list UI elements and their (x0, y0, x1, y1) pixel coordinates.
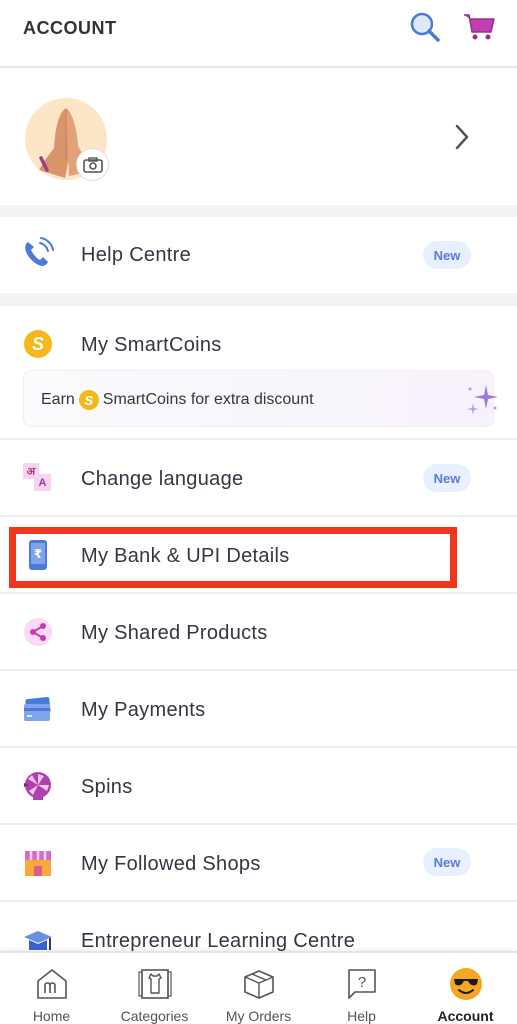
camera-button[interactable] (76, 148, 109, 181)
help-icon: ? (347, 969, 376, 999)
nav-home[interactable]: Home (0, 953, 103, 1024)
menu-label: My Followed Shops (81, 853, 261, 875)
nav-label: Home (32, 1008, 71, 1024)
latin-glyph: A (34, 474, 51, 491)
app-header: ACCOUNT (0, 0, 517, 68)
camera-icon (82, 156, 103, 173)
menu-label: My Shared Products (81, 622, 268, 644)
nav-account[interactable]: Account (414, 953, 517, 1024)
menu-item-payments[interactable]: My Payments (0, 671, 517, 748)
new-badge: New (423, 848, 471, 876)
rupee-glyph: ₹ (31, 543, 45, 564)
menu-label: My SmartCoins (81, 334, 222, 356)
promo-prefix: Earn (41, 391, 75, 408)
menu-label: Spins (81, 776, 133, 798)
nav-label: Help (347, 1008, 376, 1024)
nav-label: Categories (120, 1008, 189, 1024)
menu-item-help-centre[interactable]: Help Centre New (0, 217, 517, 293)
phone-call-icon (22, 237, 54, 269)
orders-box-icon (243, 970, 274, 999)
payment-cards-icon (22, 693, 54, 725)
account-avatar-icon (449, 968, 482, 1000)
promo-suffix: SmartCoins for extra discount (102, 391, 314, 408)
language-icon: अ A (22, 462, 54, 494)
share-icon (22, 616, 54, 648)
smartcoin-icon: S (22, 328, 54, 360)
menu-label: Entrepreneur Learning Centre (81, 930, 356, 952)
section-divider (0, 293, 517, 306)
svg-text:?: ? (357, 974, 365, 991)
menu-label: Help Centre (81, 244, 192, 266)
menu-label: My Payments (81, 699, 206, 721)
smartcoin-icon: S (78, 390, 99, 410)
section-divider (0, 205, 517, 217)
page-title: ACCOUNT (23, 18, 117, 38)
bottom-navigation: Home Categories My Orders ? Help Account (0, 951, 517, 1024)
menu-item-followed-shops[interactable]: My Followed Shops New (0, 825, 517, 902)
nav-label: Account (437, 1008, 494, 1024)
promo-text: Earn S SmartCoins for extra discount (41, 390, 314, 410)
spin-wheel-icon (22, 770, 54, 802)
cart-icon[interactable] (463, 12, 495, 42)
nav-categories[interactable]: Categories (103, 953, 206, 1024)
new-badge: New (423, 464, 471, 492)
menu-item-spins[interactable]: Spins (0, 748, 517, 825)
profile-section[interactable] (0, 70, 517, 205)
nav-my-orders[interactable]: My Orders (207, 953, 310, 1024)
search-icon[interactable] (408, 10, 442, 44)
menu-label: Change language (81, 468, 244, 490)
shop-icon (22, 847, 54, 879)
menu-item-shared-products[interactable]: My Shared Products (0, 594, 517, 671)
chevron-right-icon[interactable] (453, 122, 471, 152)
categories-icon (137, 969, 172, 999)
smartcoins-promo-banner[interactable]: Earn S SmartCoins for extra discount (23, 370, 498, 427)
home-icon (36, 969, 67, 999)
nav-help[interactable]: ? Help (310, 953, 413, 1024)
sparkle-icon (467, 385, 498, 415)
menu-label: My Bank & UPI Details (81, 545, 290, 567)
menu-item-change-language[interactable]: अ A Change language New (0, 440, 517, 517)
coin-glyph: S (24, 330, 52, 358)
bank-upi-icon: ₹ (22, 539, 54, 571)
nav-label: My Orders (225, 1008, 292, 1024)
new-badge: New (423, 241, 471, 269)
menu-item-bank-upi-details[interactable]: ₹ My Bank & UPI Details (0, 517, 517, 594)
